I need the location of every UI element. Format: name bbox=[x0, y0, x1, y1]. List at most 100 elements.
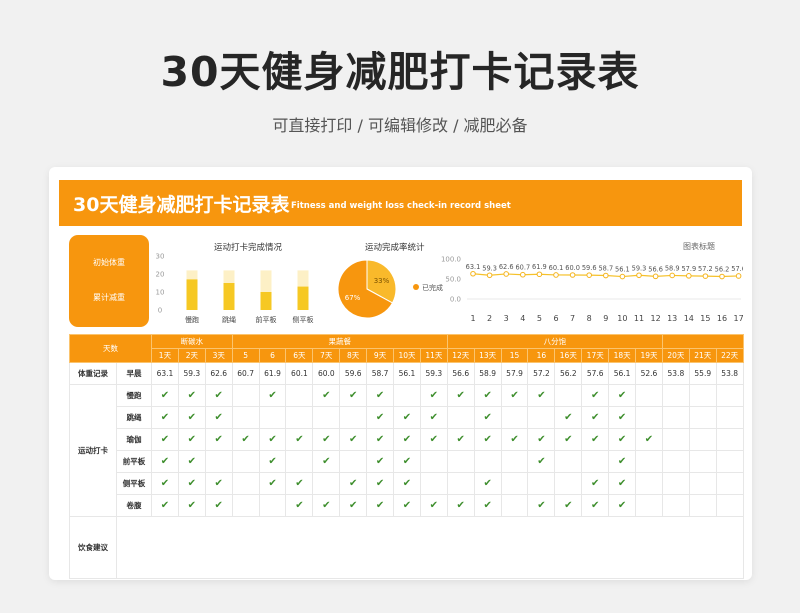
day-cell: 16天 bbox=[554, 348, 583, 363]
line-point bbox=[735, 273, 742, 279]
pie-legend: 已完成 bbox=[413, 281, 443, 295]
empty-cell bbox=[554, 472, 583, 495]
check-mark-icon: ✔ bbox=[177, 450, 206, 473]
empty-cell bbox=[688, 472, 717, 495]
bar-1 bbox=[186, 279, 198, 310]
check-mark-icon: ✔ bbox=[419, 428, 448, 451]
weight-section-label: 体重记录 bbox=[69, 362, 117, 385]
line-point bbox=[536, 271, 543, 278]
check-mark-icon: ✔ bbox=[527, 494, 556, 517]
sheet-preview-card: 30天健身减肥打卡记录表 Fitness and weight loss che… bbox=[49, 167, 752, 580]
check-mark-icon: ✔ bbox=[608, 384, 637, 407]
check-mark-icon: ✔ bbox=[446, 428, 475, 451]
line-x-label: 2 bbox=[487, 314, 492, 323]
phase-cell: 断碳水 bbox=[151, 334, 233, 349]
check-mark-icon: ✔ bbox=[608, 450, 637, 473]
page-title: 30天健身减肥打卡记录表 bbox=[160, 48, 640, 96]
check-mark-icon: ✔ bbox=[554, 406, 583, 429]
diet-section-label: 饮食建议 bbox=[69, 516, 117, 579]
bar-4 bbox=[297, 286, 309, 310]
line-x-label: 12 bbox=[651, 314, 661, 323]
weight-cell: 60.1 bbox=[285, 362, 314, 385]
line-x-label: 14 bbox=[684, 314, 694, 323]
day-cell: 2天 bbox=[177, 348, 206, 363]
empty-cell bbox=[285, 406, 314, 429]
check-mark-icon: ✔ bbox=[177, 428, 206, 451]
empty-cell bbox=[661, 384, 690, 407]
check-mark-icon: ✔ bbox=[366, 428, 395, 451]
line-y-tick: 100.0 bbox=[441, 256, 461, 264]
day-cell: 19天 bbox=[635, 348, 663, 363]
empty-cell bbox=[635, 472, 663, 495]
line-point bbox=[603, 272, 609, 279]
weight-cell: 58.9 bbox=[473, 362, 502, 385]
pie-legend-item: 已完成 bbox=[422, 284, 443, 292]
check-mark-icon: ✔ bbox=[312, 384, 341, 407]
check-mark-icon: ✔ bbox=[446, 494, 475, 517]
day-cell: 22天 bbox=[715, 348, 744, 363]
empty-cell bbox=[204, 450, 233, 473]
line-point bbox=[636, 272, 642, 279]
day-cell: 15 bbox=[500, 348, 529, 363]
check-mark-icon: ✔ bbox=[258, 384, 287, 407]
weight-cell: 52.6 bbox=[635, 362, 663, 385]
line-point bbox=[719, 273, 725, 280]
phase-cell-empty bbox=[661, 334, 744, 349]
line-data-label: 61.9 bbox=[532, 263, 547, 271]
check-mark-icon: ✔ bbox=[581, 472, 610, 495]
bar-y-tick: 20 bbox=[156, 271, 165, 279]
day-cell: 21天 bbox=[688, 348, 717, 363]
total-loss-label: 累计减重 bbox=[93, 293, 125, 302]
empty-cell bbox=[231, 494, 260, 517]
empty-cell bbox=[258, 494, 287, 517]
weight-cell: 56.6 bbox=[446, 362, 475, 385]
line-point bbox=[686, 273, 692, 279]
line-y-tick: 0.0 bbox=[450, 296, 461, 304]
line-chart: 100.0 50.0 0.0 63.1 1 59.3 2 62.6 3 60.7 4 61.9 5 60.… bbox=[441, 256, 743, 324]
check-mark-icon: ✔ bbox=[285, 428, 314, 451]
exercise-name: 瑜伽 bbox=[116, 428, 152, 451]
check-mark-icon: ✔ bbox=[446, 384, 475, 407]
day-cell: 16 bbox=[527, 348, 556, 363]
empty-cell bbox=[419, 450, 448, 473]
bar-category-label: 侧平板 bbox=[293, 315, 314, 324]
check-mark-icon: ✔ bbox=[419, 406, 448, 429]
line-x-label: 1 bbox=[470, 314, 475, 323]
bar-y-tick: 30 bbox=[156, 253, 165, 261]
empty-cell bbox=[661, 494, 690, 517]
bar-category-label: 慢跑 bbox=[185, 315, 199, 324]
pie-data-label: 33% bbox=[374, 277, 390, 285]
check-mark-icon: ✔ bbox=[258, 450, 287, 473]
exercise-name: 慢跑 bbox=[116, 384, 152, 407]
check-mark-icon: ✔ bbox=[204, 406, 233, 429]
line-data-label: 60.1 bbox=[549, 264, 564, 272]
check-mark-icon: ✔ bbox=[258, 428, 287, 451]
line-point bbox=[520, 271, 526, 278]
exercise-row: 跳绳 ✔ ✔ ✔ ✔ ✔ ✔ ✔ ✔ ✔ ✔ bbox=[70, 406, 744, 429]
line-data-label: 56.1 bbox=[615, 266, 630, 274]
check-mark-icon: ✔ bbox=[393, 406, 421, 429]
bar-chart-title: 运动打卡完成情况 bbox=[214, 243, 283, 253]
check-mark-icon: ✔ bbox=[581, 494, 610, 517]
day-cell: 3天 bbox=[204, 348, 233, 363]
sheet-banner: 30天健身减肥打卡记录表 Fitness and weight loss che… bbox=[59, 180, 742, 226]
check-mark-icon: ✔ bbox=[608, 472, 637, 495]
check-mark-icon: ✔ bbox=[393, 450, 421, 473]
day-header-cell: 天数 bbox=[69, 334, 152, 363]
check-mark-icon: ✔ bbox=[608, 428, 637, 451]
empty-cell bbox=[500, 494, 529, 517]
check-mark-icon: ✔ bbox=[554, 494, 583, 517]
pie-data-label: 67% bbox=[345, 294, 361, 302]
line-y-tick: 50.0 bbox=[445, 276, 461, 284]
check-mark-icon: ✔ bbox=[393, 472, 421, 495]
check-mark-icon: ✔ bbox=[151, 384, 179, 407]
empty-cell bbox=[339, 406, 368, 429]
empty-cell bbox=[231, 450, 260, 473]
check-mark-icon: ✔ bbox=[312, 450, 341, 473]
check-mark-icon: ✔ bbox=[393, 428, 421, 451]
weight-time-label: 早晨 bbox=[116, 362, 152, 385]
empty-cell bbox=[231, 472, 260, 495]
check-mark-icon: ✔ bbox=[204, 384, 233, 407]
check-mark-icon: ✔ bbox=[151, 472, 179, 495]
check-mark-icon: ✔ bbox=[366, 384, 395, 407]
